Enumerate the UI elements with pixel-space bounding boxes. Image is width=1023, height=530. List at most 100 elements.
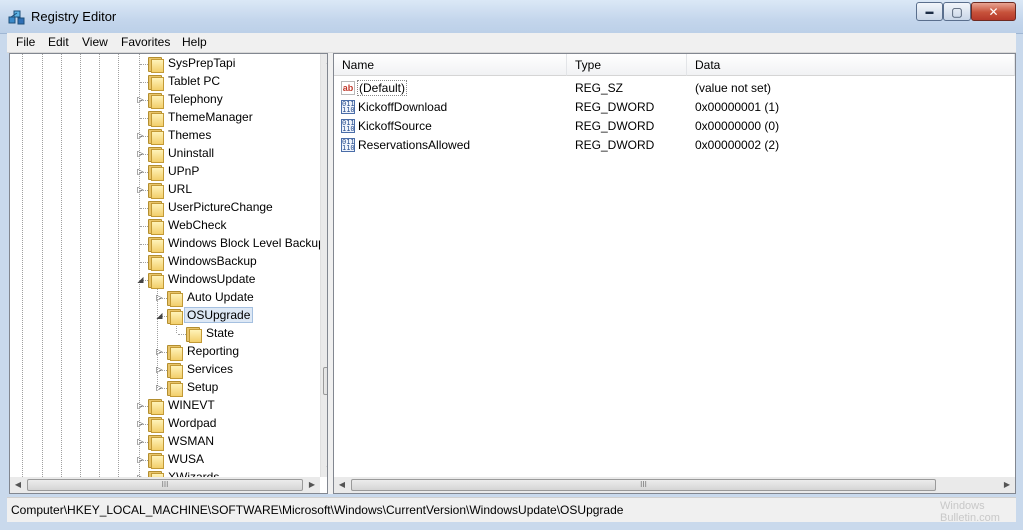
tree-node[interactable]: ▷ Services (10, 361, 318, 379)
tree-hscroll-thumb[interactable]: III (27, 479, 303, 491)
maximize-button[interactable]: ▢ (943, 2, 971, 21)
expand-arrow-icon[interactable]: ▷ (136, 455, 145, 464)
tree-node-label[interactable]: WindowsUpdate (168, 272, 255, 286)
scroll-right-arrow-icon[interactable]: ▶ (304, 477, 320, 493)
tree-node[interactable]: ▷ Themes (10, 127, 318, 145)
folder-icon (147, 272, 164, 289)
tree-node[interactable]: UserPictureChange (10, 199, 318, 217)
menu-view[interactable]: View (82, 35, 108, 49)
tree-node[interactable]: ▷ Uninstall (10, 145, 318, 163)
tree-node[interactable]: ▷ Setup (10, 379, 318, 397)
registry-value-row[interactable]: 011 110 KickoffSource REG_DWORD 0x00000000 … (334, 117, 1014, 136)
list-scroll-right-arrow-icon[interactable]: ▶ (999, 477, 1015, 493)
list-hscroll-thumb[interactable]: III (351, 479, 936, 491)
tree-node-label[interactable]: WUSA (168, 452, 204, 466)
collapse-arrow-icon[interactable]: ◢ (136, 275, 145, 284)
tree-node[interactable]: Tablet PC (10, 73, 318, 91)
tree-node[interactable]: ▷ WINEVT (10, 397, 318, 415)
value-name: KickoffDownload (358, 100, 448, 114)
expand-arrow-icon[interactable]: ▷ (155, 365, 164, 374)
status-bar: Computer\HKEY_LOCAL_MACHINE\SOFTWARE\Mic… (7, 497, 1016, 522)
folder-icon (147, 254, 164, 271)
scroll-up-arrow-icon[interactable]: ▲ (321, 54, 327, 70)
registry-value-row[interactable]: ab (Default) REG_SZ (value not set) (334, 79, 1014, 98)
folder-icon (166, 290, 183, 307)
expand-arrow-icon[interactable]: ▷ (155, 347, 164, 356)
registry-value-row[interactable]: 011 110 ReservationsAllowed REG_DWORD 0x000… (334, 136, 1014, 155)
tree-node-label[interactable]: Setup (187, 380, 218, 394)
tree-vertical-scrollbar[interactable]: ▲ ▼ (320, 54, 327, 477)
registry-value-row[interactable]: 011 110 KickoffDownload REG_DWORD 0x0000000… (334, 98, 1014, 117)
tree-node-label[interactable]: Telephony (168, 92, 223, 106)
expand-arrow-icon[interactable]: ▷ (136, 401, 145, 410)
tree-node-label[interactable]: ThemeManager (168, 110, 253, 124)
tree-node[interactable]: ▷ WSMAN (10, 433, 318, 451)
tree-node[interactable]: ▷ Wordpad (10, 415, 318, 433)
scroll-left-arrow-icon[interactable]: ◀ (10, 477, 26, 493)
tree-node-label[interactable]: SysPrepTapi (168, 56, 235, 70)
expand-arrow-icon[interactable]: ▷ (136, 167, 145, 176)
tree-node-label-selected[interactable]: OSUpgrade (184, 307, 254, 323)
expand-arrow-icon[interactable]: ▷ (136, 149, 145, 158)
value-data: (value not set) (695, 81, 772, 95)
tree-node-label[interactable]: WebCheck (168, 218, 226, 232)
registry-values-list[interactable]: Name Type Data ab (Default) REG_SZ (value n… (333, 53, 1016, 494)
tree-node[interactable]: ▷ Reporting (10, 343, 318, 361)
tree-node-label[interactable]: UserPictureChange (168, 200, 273, 214)
tree-node-label[interactable]: Services (187, 362, 233, 376)
tree-node-label[interactable]: Wordpad (168, 416, 216, 430)
folder-icon (147, 146, 164, 163)
tree-node[interactable]: ◢ OSUpgrade (10, 307, 318, 325)
registry-key-tree[interactable]: SysPrepTapi Tablet PC ▷ Telephony ThemeManag… (9, 53, 328, 494)
scroll-down-arrow-icon[interactable]: ▼ (321, 461, 327, 477)
tree-node[interactable]: ▷ URL (10, 181, 318, 199)
tree-node[interactable]: ◢ WindowsUpdate (10, 271, 318, 289)
tree-node-label[interactable]: Reporting (187, 344, 239, 358)
watermark-line1: Windows (940, 500, 985, 512)
collapse-arrow-icon[interactable]: ◢ (155, 311, 164, 320)
string-value-icon: ab (341, 81, 355, 95)
expand-arrow-icon[interactable]: ▷ (136, 95, 145, 104)
tree-node[interactable]: SysPrepTapi (10, 55, 318, 73)
tree-node-label[interactable]: WINEVT (168, 398, 215, 412)
menu-file[interactable]: File (16, 35, 35, 49)
tree-node[interactable]: WindowsBackup (10, 253, 318, 271)
value-type: REG_DWORD (575, 100, 655, 114)
tree-node-label[interactable]: Uninstall (168, 146, 214, 160)
expand-arrow-icon[interactable]: ▷ (136, 185, 145, 194)
close-button[interactable]: ✕ (971, 2, 1016, 21)
column-header-data[interactable]: Data (687, 54, 1015, 76)
tree-horizontal-scrollbar[interactable]: ◀ III ▶ (10, 477, 320, 493)
menu-help[interactable]: Help (182, 35, 207, 49)
tree-node[interactable]: ▷ UPnP (10, 163, 318, 181)
tree-node[interactable]: State (10, 325, 318, 343)
title-bar[interactable]: Registry Editor ▬ ▢ ✕ (0, 0, 1023, 34)
minimize-button[interactable]: ▬ (916, 2, 943, 21)
menu-edit[interactable]: Edit (48, 35, 69, 49)
expand-arrow-icon[interactable]: ▷ (136, 419, 145, 428)
tree-node-label[interactable]: Tablet PC (168, 74, 220, 88)
tree-node-label[interactable]: UPnP (168, 164, 199, 178)
tree-node-label[interactable]: State (206, 326, 234, 340)
expand-arrow-icon[interactable]: ▷ (136, 437, 145, 446)
tree-node-label[interactable]: Auto Update (187, 290, 254, 304)
list-scroll-left-arrow-icon[interactable]: ◀ (334, 477, 350, 493)
tree-node-label[interactable]: URL (168, 182, 192, 196)
expand-arrow-icon[interactable]: ▷ (155, 383, 164, 392)
tree-node[interactable]: ▷ Telephony (10, 91, 318, 109)
tree-node-label[interactable]: WindowsBackup (168, 254, 257, 268)
column-header-type[interactable]: Type (567, 54, 687, 76)
tree-node[interactable]: WebCheck (10, 217, 318, 235)
tree-node[interactable]: ThemeManager (10, 109, 318, 127)
menu-favorites[interactable]: Favorites (121, 35, 170, 49)
expand-arrow-icon[interactable]: ▷ (136, 131, 145, 140)
expand-arrow-icon[interactable]: ▷ (155, 293, 164, 302)
column-header-name[interactable]: Name (334, 54, 567, 76)
list-horizontal-scrollbar[interactable]: ◀ III ▶ (334, 477, 1015, 493)
tree-node[interactable]: ▷ Auto Update (10, 289, 318, 307)
tree-node[interactable]: ▷ WUSA (10, 451, 318, 469)
tree-node-label[interactable]: Themes (168, 128, 211, 142)
tree-node-label[interactable]: WSMAN (168, 434, 214, 448)
tree-node[interactable]: Windows Block Level Backup (10, 235, 325, 253)
tree-node-label[interactable]: Windows Block Level Backup (168, 236, 325, 250)
